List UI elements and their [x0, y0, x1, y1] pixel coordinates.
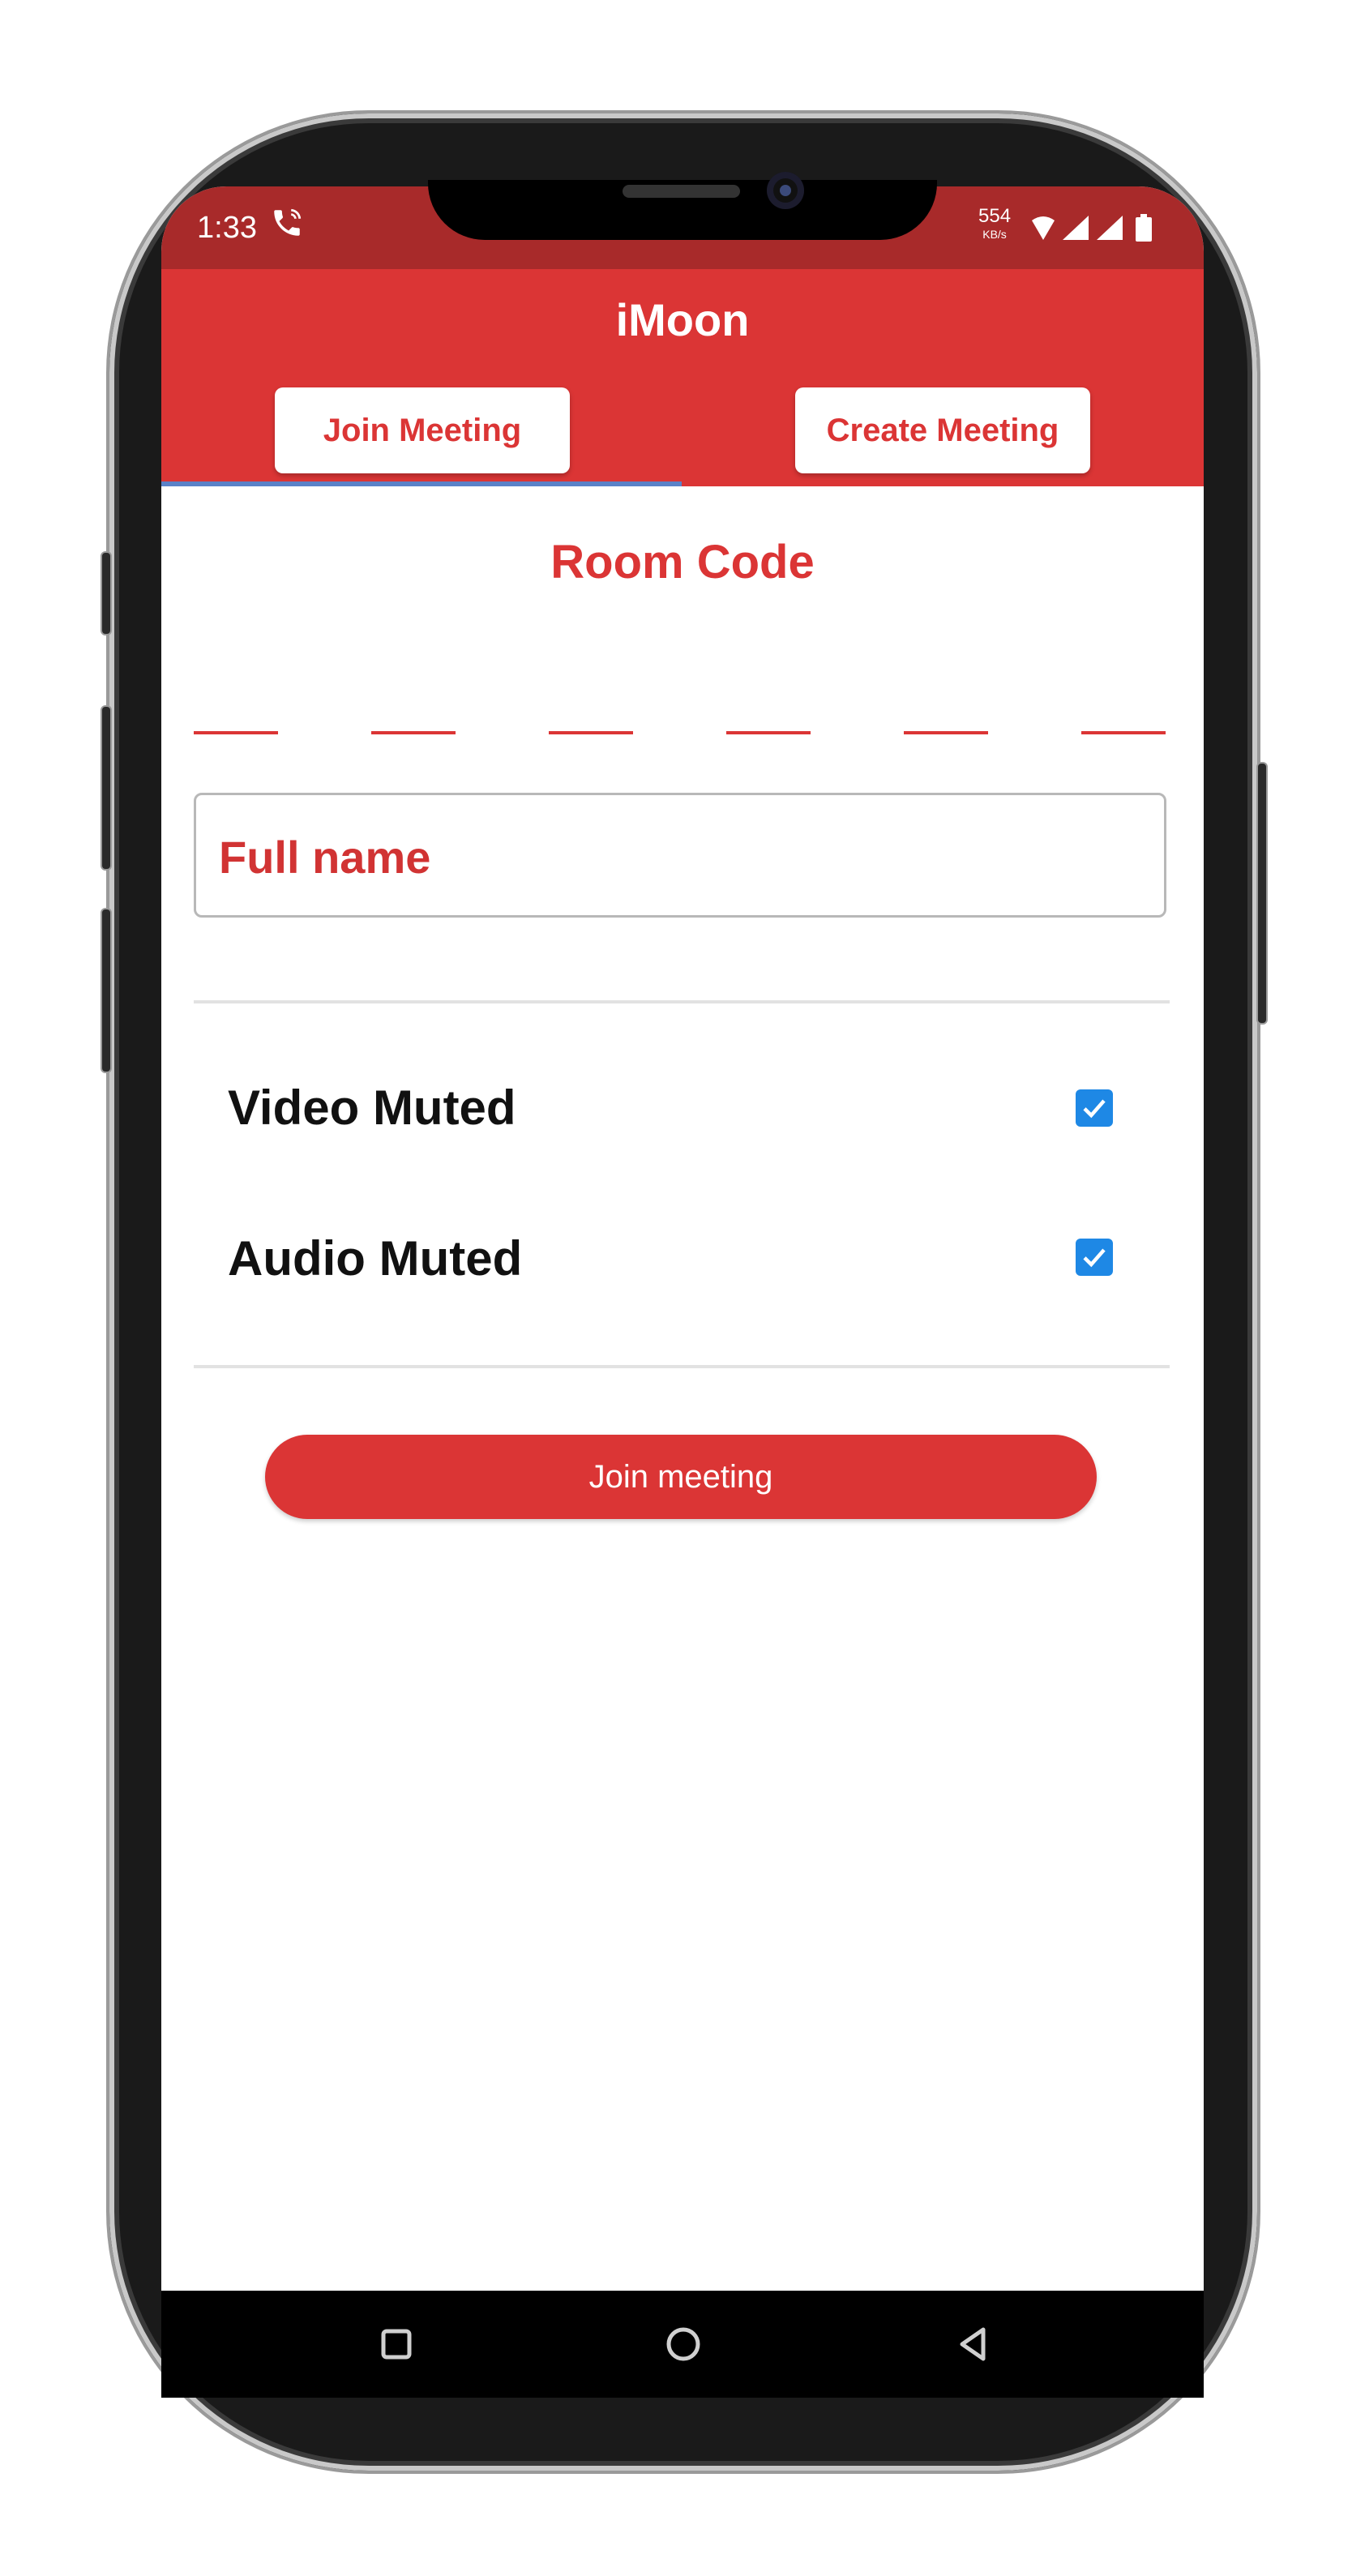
room-code-digit-3[interactable]: [549, 731, 633, 734]
checkmark-icon: [1083, 1248, 1106, 1268]
status-time: 1:33: [197, 211, 257, 245]
phone-screen: 1:33 554 KB/s iMoon Join Meeting Create …: [161, 186, 1204, 2291]
video-muted-checkbox[interactable]: [1076, 1089, 1113, 1127]
recents-square-icon[interactable]: [374, 2321, 419, 2367]
app-title: iMoon: [615, 294, 750, 345]
room-code-digit-2[interactable]: [371, 731, 456, 734]
phone-call-icon: [274, 208, 302, 236]
room-code-digit-1[interactable]: [194, 731, 278, 734]
app-bar: iMoon Join Meeting Create Meeting: [161, 269, 1204, 486]
front-camera: [767, 172, 804, 209]
room-code-digit-5[interactable]: [904, 731, 988, 734]
home-circle-icon[interactable]: [661, 2321, 706, 2367]
back-triangle-icon[interactable]: [951, 2321, 996, 2367]
room-code-digit-4[interactable]: [726, 731, 811, 734]
divider-bottom: [194, 1365, 1170, 1368]
earpiece-speaker: [623, 185, 740, 198]
network-speed-unit: KB/s: [982, 228, 1007, 241]
room-code-digit-6[interactable]: [1081, 731, 1166, 734]
audio-muted-label: Audio Muted: [228, 1231, 523, 1286]
video-muted-label: Video Muted: [228, 1080, 516, 1135]
phone-volume-up-button: [101, 705, 112, 871]
checkmark-icon: [1083, 1099, 1106, 1119]
divider-top: [194, 1000, 1170, 1003]
navigation-bar: [161, 2291, 1204, 2398]
tab-create-meeting[interactable]: Create Meeting: [795, 387, 1090, 473]
status-icons: [1032, 214, 1152, 242]
network-speed-value: 554: [978, 205, 1012, 227]
full-name-placeholder: Full name: [219, 832, 431, 883]
phone-volume-down-button: [101, 908, 112, 1073]
network-speed: 554 KB/s: [978, 205, 1012, 243]
full-name-input[interactable]: Full name: [194, 793, 1166, 918]
signal-icon: [1063, 216, 1089, 240]
join-meeting-button[interactable]: Join meeting: [265, 1435, 1097, 1519]
signal-icon: [1097, 216, 1123, 240]
phone-power-button: [1256, 762, 1268, 1025]
room-code-title: Room Code: [550, 536, 815, 588]
wifi-icon: [1032, 216, 1055, 240]
audio-muted-checkbox[interactable]: [1076, 1239, 1113, 1276]
battery-icon: [1136, 214, 1152, 242]
tab-join-meeting[interactable]: Join Meeting: [275, 387, 570, 473]
phone-side-button: [101, 551, 112, 635]
selected-tab-indicator: [161, 481, 682, 486]
